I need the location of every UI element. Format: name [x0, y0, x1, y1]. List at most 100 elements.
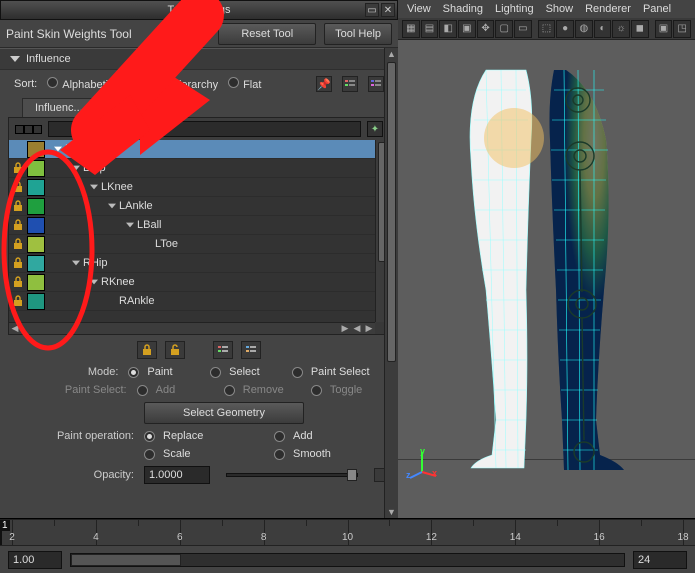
lock-icon[interactable] — [9, 238, 27, 250]
color-swatch[interactable] — [27, 274, 45, 291]
vp-camera-select-icon[interactable]: ▦ — [402, 20, 420, 38]
swatch-grid-icon[interactable] — [15, 125, 42, 134]
reset-tool-button[interactable]: Reset Tool — [218, 23, 316, 45]
lock-icon[interactable] — [9, 257, 27, 269]
disclosure-icon[interactable] — [89, 184, 99, 190]
list-mode-a-icon[interactable] — [213, 341, 233, 359]
disclosure-icon[interactable] — [89, 279, 99, 285]
list-icon-a[interactable] — [342, 76, 358, 92]
influence-row-lhip[interactable]: LHip — [9, 159, 375, 178]
influence-row-lankle[interactable]: LAnkle — [9, 197, 375, 216]
mode-paintselect-option[interactable]: Paint Select — [292, 366, 388, 378]
sort-flat-option[interactable]: Flat — [228, 77, 261, 91]
color-swatch[interactable] — [27, 198, 45, 215]
opacity-row: Opacity: — [0, 463, 398, 487]
pin-icon[interactable]: 📌 — [316, 76, 332, 92]
select-geometry-button[interactable]: Select Geometry — [144, 402, 304, 424]
paint-operation-row-2: Scale Smooth — [0, 445, 398, 463]
window-close-icon[interactable]: ✕ — [381, 3, 395, 17]
color-swatch[interactable] — [27, 160, 45, 177]
vp-wireframe-icon[interactable]: ⬚ — [538, 20, 556, 38]
tool-title: Paint Skin Weights Tool — [6, 27, 210, 41]
influence-row-ltoe[interactable]: LToe — [9, 235, 375, 254]
lock-icon[interactable] — [9, 219, 27, 231]
sort-alpha-option[interactable]: Alphabetically — [47, 77, 130, 91]
lock-icon[interactable] — [9, 181, 27, 193]
vp-imageplane-icon[interactable]: ▣ — [458, 20, 476, 38]
paintselect-toggle-option: Toggle — [311, 384, 388, 396]
influence-tab[interactable]: Influenc... — [22, 98, 96, 117]
window-undock-icon[interactable]: ▭ — [365, 3, 379, 17]
range-slider[interactable] — [70, 553, 625, 567]
disclosure-icon[interactable] — [53, 146, 63, 152]
lock-icon[interactable] — [9, 200, 27, 212]
filter-icon[interactable]: ✦ — [367, 121, 383, 137]
influence-row-rknee[interactable]: RKnee — [9, 273, 375, 292]
list-icon-b[interactable] — [368, 76, 384, 92]
panel-vertical-scrollbar[interactable]: ▲ ▼ — [384, 48, 398, 518]
vp-shaded-icon[interactable]: ● — [556, 20, 574, 38]
influence-tree[interactable]: RootLHip LKnee LAnkleLBallLToeRHipRKneeRAn… — [9, 140, 375, 322]
color-swatch[interactable] — [27, 236, 45, 253]
lock-all-icon[interactable] — [137, 341, 157, 359]
lock-icon[interactable] — [9, 295, 27, 307]
vp-wire-on-shaded-icon[interactable]: ◍ — [575, 20, 593, 38]
menu-lighting[interactable]: Lighting — [490, 3, 539, 15]
disclosure-icon[interactable] — [107, 203, 117, 209]
disclosure-icon[interactable] — [71, 260, 81, 266]
paintselect-row: Paint Select: Add Remove Toggle — [0, 381, 398, 399]
influence-row-lknee[interactable]: LKnee — [9, 178, 375, 197]
mode-paint-option[interactable]: Paint — [128, 366, 200, 378]
menu-panel[interactable]: Panel — [638, 3, 676, 15]
unlock-all-icon[interactable] — [165, 341, 185, 359]
list-mode-b-icon[interactable] — [241, 341, 261, 359]
menu-renderer[interactable]: Renderer — [580, 3, 636, 15]
op-scale-option[interactable]: Scale — [144, 448, 264, 460]
timeline[interactable]: 246810121416181 — [0, 519, 695, 545]
color-swatch[interactable] — [27, 255, 45, 272]
influence-label: LKnee — [47, 181, 133, 193]
color-swatch[interactable] — [27, 179, 45, 196]
op-smooth-option[interactable]: Smooth — [274, 448, 356, 460]
vp-shadows-icon[interactable]: ◼ — [631, 20, 649, 38]
opacity-slider[interactable] — [226, 473, 358, 477]
vp-lights-icon[interactable]: ☼ — [612, 20, 630, 38]
paintselect-label: Paint Select: — [10, 384, 127, 396]
color-swatch[interactable] — [27, 217, 45, 234]
viewport-3d[interactable]: yxz — [398, 40, 695, 518]
influence-section-header[interactable]: Influence — [0, 48, 398, 70]
vp-2d-pan-icon[interactable]: ✥ — [477, 20, 495, 38]
range-start-field[interactable] — [8, 551, 62, 569]
menu-view[interactable]: View — [402, 3, 436, 15]
vp-textured-icon[interactable]: ◐ — [594, 20, 612, 38]
influence-row-rankle[interactable]: RAnkle — [9, 292, 375, 311]
color-swatch[interactable] — [27, 293, 45, 310]
op-add-option[interactable]: Add — [274, 430, 356, 442]
vp-xray-icon[interactable]: ◳ — [673, 20, 691, 38]
vp-bookmark-icon[interactable]: ◧ — [439, 20, 457, 38]
vp-gate-icon[interactable]: ▢ — [495, 20, 513, 38]
disclosure-icon[interactable] — [71, 165, 81, 171]
influence-row-root[interactable]: Root — [9, 140, 375, 159]
timeline-cursor[interactable]: 1 — [0, 520, 2, 545]
op-replace-option[interactable]: Replace — [144, 430, 264, 442]
tool-help-button[interactable]: Tool Help — [324, 23, 392, 45]
menu-shading[interactable]: Shading — [438, 3, 488, 15]
influence-row-rhip[interactable]: RHip — [9, 254, 375, 273]
influence-search-input[interactable] — [48, 121, 361, 137]
influence-row-lball[interactable]: LBall — [9, 216, 375, 235]
lock-icon[interactable] — [9, 276, 27, 288]
range-end-field[interactable] — [633, 551, 687, 569]
menu-show[interactable]: Show — [541, 3, 579, 15]
sort-hierarchy-option[interactable]: By Hierarchy — [140, 77, 218, 91]
mode-select-option[interactable]: Select — [210, 366, 282, 378]
color-swatch[interactable] — [27, 141, 45, 158]
lock-icon[interactable] — [9, 162, 27, 174]
disclosure-icon[interactable] — [125, 222, 135, 228]
vp-film-gate-icon[interactable]: ▭ — [514, 20, 532, 38]
vp-camera-attr-icon[interactable]: ▤ — [421, 20, 439, 38]
disclosure-icon[interactable] — [10, 56, 20, 62]
opacity-field[interactable] — [144, 466, 210, 484]
tree-horizontal-scrollbar[interactable]: ◀▶ ◀▶ — [9, 322, 375, 334]
vp-isolate-icon[interactable]: ▣ — [655, 20, 673, 38]
